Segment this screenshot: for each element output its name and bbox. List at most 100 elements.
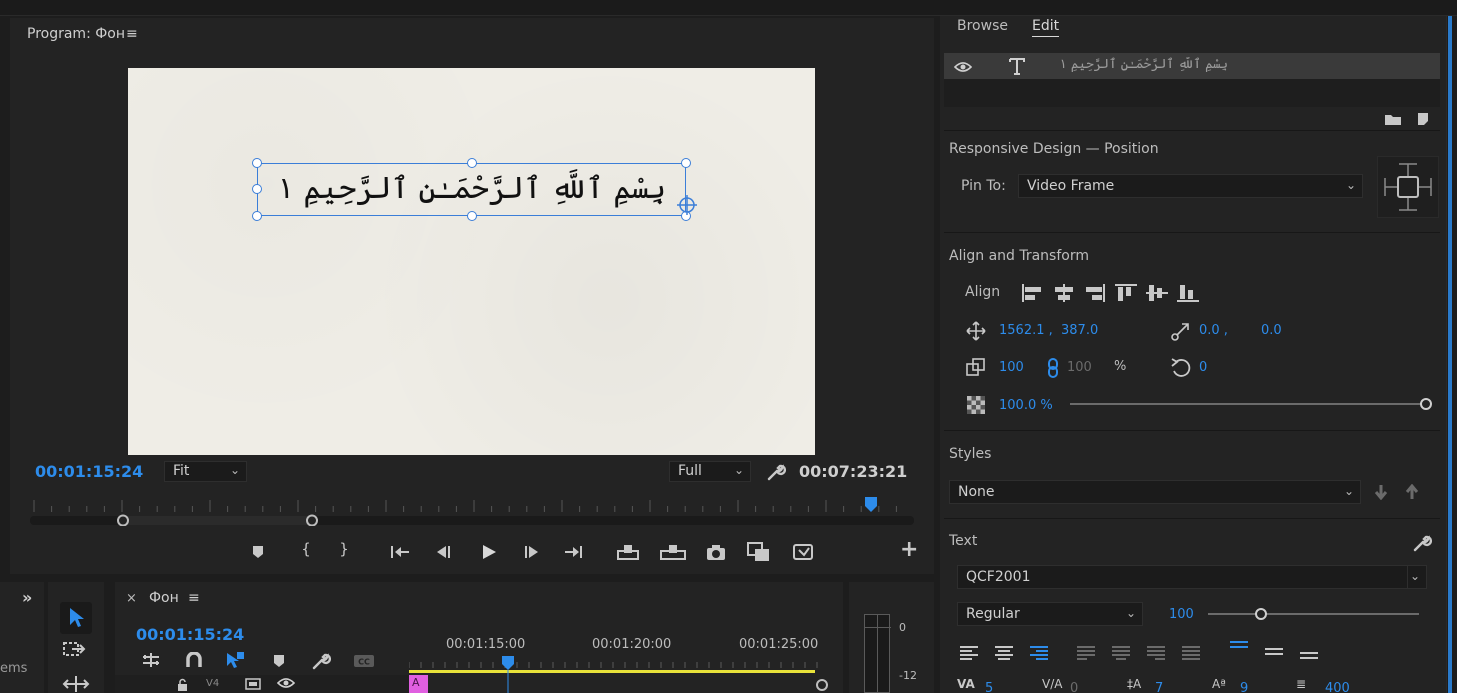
selection-tool[interactable] [60, 602, 92, 634]
panel-menu-icon[interactable]: ≡ [126, 26, 138, 42]
marker-icon[interactable] [252, 545, 264, 559]
zoom-handle-left[interactable] [117, 514, 129, 526]
resolution-dropdown[interactable]: Full ⌄ [669, 461, 751, 482]
in-point-icon[interactable]: { [293, 540, 319, 558]
tracking-value[interactable]: 0 [1070, 681, 1078, 693]
opacity-value[interactable]: 100.0 % [999, 398, 1053, 413]
playhead-timecode[interactable]: 00:01:15:24 [35, 462, 143, 481]
leading-value[interactable]: 7 [1155, 681, 1163, 693]
track-select-tool-icon[interactable] [62, 640, 90, 662]
lift-icon[interactable] [616, 543, 640, 561]
playhead-marker[interactable] [865, 497, 877, 512]
justify-all-icon[interactable] [1180, 643, 1202, 663]
lock-icon[interactable] [177, 678, 189, 692]
ripple-edit-tool-icon[interactable] [62, 674, 90, 693]
monitor-time-ruler[interactable] [30, 496, 914, 526]
layer-row[interactable]: بِسْمِ ٱللَّهِ ٱلرَّحْمَـٰنِ ٱلرَّحِيمِ … [944, 53, 1440, 79]
opacity-slider-track[interactable] [1070, 403, 1426, 405]
linked-selection-icon[interactable] [225, 651, 245, 669]
go-to-in-icon[interactable] [390, 544, 410, 560]
zoom-handle-right[interactable] [306, 514, 318, 526]
expand-panels-icon[interactable]: » [22, 588, 32, 607]
panel-scrollbar[interactable] [1446, 16, 1457, 693]
video-preview[interactable] [128, 68, 815, 455]
add-marker-icon[interactable] [273, 654, 285, 668]
position-x[interactable]: 1562.1 , [999, 323, 1053, 338]
tsume-value[interactable]: 400 [1325, 681, 1350, 693]
wrench-icon[interactable] [766, 462, 786, 482]
out-point-icon[interactable]: } [331, 540, 357, 558]
panel-menu-icon[interactable]: ≡ [188, 590, 200, 606]
pin-edges-widget[interactable] [1377, 156, 1439, 218]
new-layer-group-icon[interactable] [1384, 112, 1402, 126]
resize-handle[interactable] [467, 158, 477, 168]
align-center-vertical-icon[interactable] [1145, 283, 1169, 303]
timeline-timecode[interactable]: 00:01:15:24 [136, 625, 244, 644]
push-down-icon[interactable] [1374, 484, 1388, 500]
align-bottom-icon[interactable] [1176, 283, 1200, 303]
font-size-slider-track[interactable] [1208, 613, 1419, 615]
link-icon[interactable] [1046, 358, 1060, 378]
resize-handle[interactable] [467, 211, 477, 221]
resize-handle[interactable] [252, 211, 262, 221]
font-size-slider-knob[interactable] [1254, 608, 1267, 620]
align-top-icon[interactable] [1114, 283, 1138, 303]
captions-icon[interactable]: CC [353, 654, 375, 668]
go-to-out-icon[interactable] [564, 544, 584, 560]
wrench-icon[interactable] [1412, 533, 1432, 553]
align-center-text-icon[interactable] [1263, 643, 1285, 663]
selection-bounding-box[interactable] [252, 158, 691, 221]
styles-dropdown[interactable]: None ⌄ [949, 480, 1361, 504]
baseline-value[interactable]: 9 [1240, 681, 1248, 693]
graphic-clip[interactable]: A [409, 675, 428, 693]
anchor-y[interactable]: 0.0 [1261, 323, 1282, 338]
resize-handle[interactable] [252, 184, 262, 194]
timeline-ruler[interactable] [409, 656, 829, 693]
scale-value[interactable]: 100 [999, 360, 1024, 375]
kerning-value[interactable]: 5 [985, 681, 993, 693]
resize-handle[interactable] [681, 158, 691, 168]
align-text-left-icon[interactable] [958, 643, 980, 663]
nest-icon[interactable] [141, 652, 161, 668]
justify-last-left-icon[interactable] [1075, 643, 1097, 663]
snap-magnet-icon[interactable] [185, 652, 203, 668]
push-up-icon[interactable] [1405, 484, 1419, 500]
new-layer-icon[interactable] [1416, 112, 1430, 126]
anchor-point-icon[interactable] [676, 194, 698, 216]
align-left-icon[interactable] [1021, 283, 1045, 303]
wrench-icon[interactable] [311, 651, 331, 671]
sync-lock-icon[interactable] [245, 678, 261, 690]
align-text-center-icon[interactable] [993, 643, 1015, 663]
font-style-dropdown[interactable]: Regular ⌄ [957, 602, 1143, 626]
button-editor-add[interactable]: + [900, 537, 918, 562]
justify-last-right-icon[interactable] [1145, 643, 1167, 663]
zoom-handle[interactable] [816, 679, 828, 691]
multicam-icon[interactable] [792, 542, 816, 562]
extract-icon[interactable] [660, 543, 686, 561]
zoom-fit-dropdown[interactable]: Fit ⌄ [164, 461, 247, 482]
tab-edit[interactable]: Edit [1032, 18, 1060, 37]
resize-handle[interactable] [252, 158, 262, 168]
align-text-right-icon[interactable] [1028, 643, 1050, 663]
timeline-playhead[interactable] [502, 656, 514, 670]
eye-icon[interactable] [277, 677, 295, 689]
tab-browse[interactable]: Browse [957, 18, 1008, 34]
align-center-horizontal-icon[interactable] [1052, 283, 1076, 303]
program-monitor-title[interactable]: Program: Фон [27, 26, 125, 42]
justify-last-center-icon[interactable] [1110, 643, 1132, 663]
step-back-icon[interactable] [435, 544, 453, 560]
pin-to-dropdown[interactable]: Video Frame ⌄ [1018, 174, 1363, 198]
position-y[interactable]: 387.0 [1061, 323, 1098, 338]
work-area-bar[interactable] [409, 670, 815, 673]
play-icon[interactable] [480, 543, 498, 561]
font-family-dropdown[interactable]: QCF2001 ⌄ [957, 565, 1427, 589]
rotation-value[interactable]: 0 [1199, 360, 1207, 375]
step-forward-icon[interactable] [523, 544, 541, 560]
font-size-value[interactable]: 100 [1169, 607, 1194, 622]
close-tab-icon[interactable]: × [126, 591, 137, 606]
anchor-x[interactable]: 0.0 , [1199, 323, 1228, 338]
align-bottom-text-icon[interactable] [1298, 647, 1320, 667]
camera-icon[interactable] [706, 543, 726, 561]
align-right-icon[interactable] [1083, 283, 1107, 303]
eye-icon[interactable] [954, 61, 972, 73]
